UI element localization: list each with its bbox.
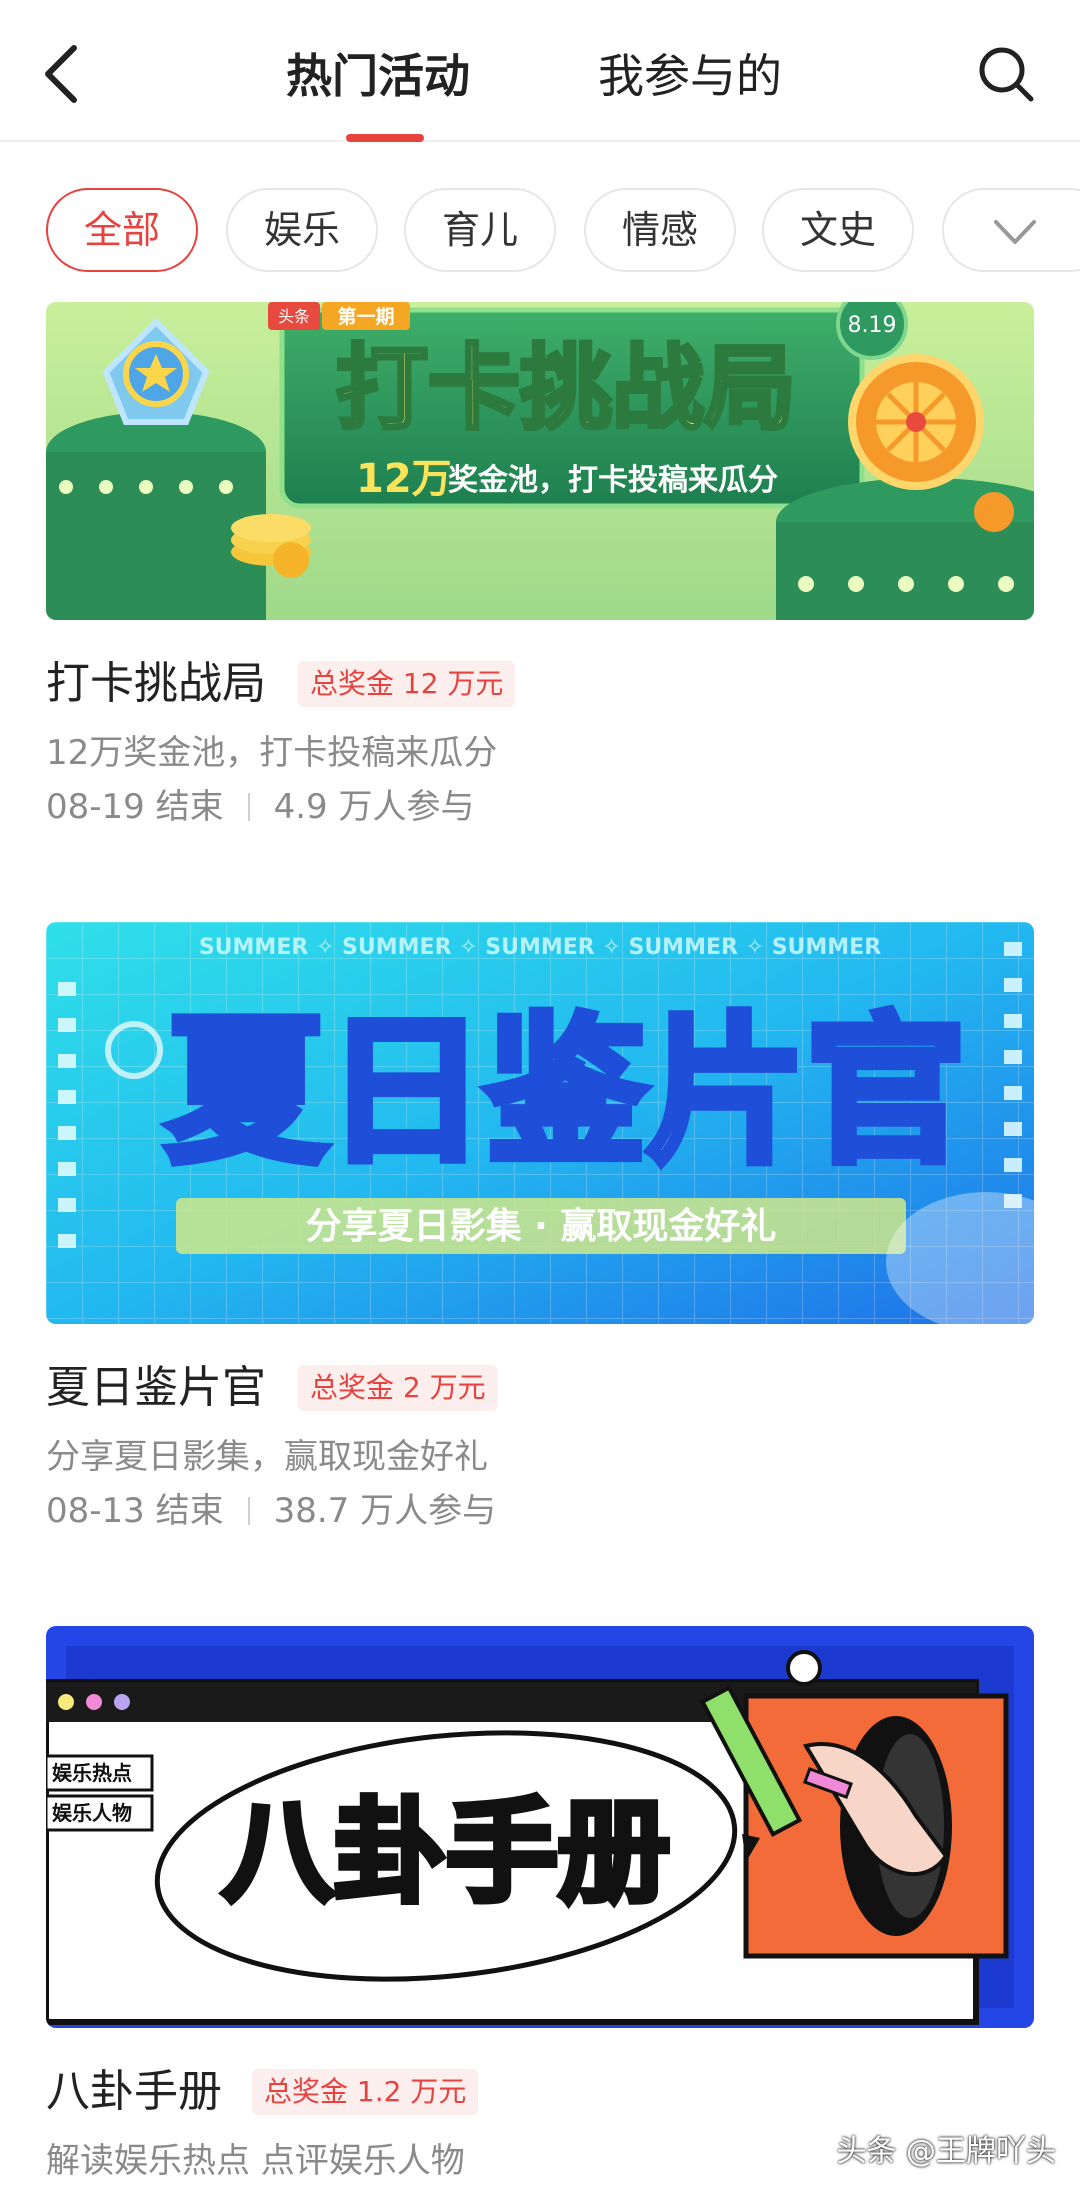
svg-text:头条: 头条 bbox=[278, 307, 310, 326]
svg-text:夏日鉴片官: 夏日鉴片官 bbox=[166, 998, 966, 1185]
svg-text:SUMMER ✧ SUMMER ✧ SUMMER: SUMMER ✧ SUMMER ✧ SUMMER ✧ SUMMER ✧ SUMM… bbox=[199, 935, 881, 960]
participant-count: 38.7 万人参与 bbox=[273, 1491, 497, 1531]
active-tab-indicator bbox=[346, 134, 424, 142]
tab-my-participation[interactable]: 我参与的 bbox=[598, 44, 782, 108]
svg-text:八卦手册: 八卦手册 bbox=[222, 1788, 670, 1918]
svg-text:分享夏日影集 · 赢取现金好礼: 分享夏日影集 · 赢取现金好礼 bbox=[306, 1205, 777, 1247]
activity-meta: 08-13 结束 38.7 万人参与 bbox=[46, 1488, 496, 1534]
filter-chip-history[interactable]: 文史 bbox=[762, 188, 914, 272]
svg-text:娱乐热点: 娱乐热点 bbox=[52, 1761, 132, 1785]
search-icon[interactable] bbox=[976, 44, 1036, 106]
meta-divider bbox=[247, 1497, 250, 1525]
tab-hot-activities[interactable]: 热门活动 bbox=[286, 44, 470, 108]
end-date: 08-13 结束 bbox=[46, 1491, 224, 1531]
filter-chip-all[interactable]: 全部 bbox=[46, 188, 198, 272]
filter-chip-emotion[interactable]: 情感 bbox=[584, 188, 736, 272]
svg-text:8.19: 8.19 bbox=[848, 313, 897, 338]
activity-meta: 08-19 结束 4.9 万人参与 bbox=[46, 784, 475, 830]
activity-description: 分享夏日影集，赢取现金好礼 bbox=[46, 1437, 488, 1477]
svg-text:娱乐人物: 娱乐人物 bbox=[52, 1801, 132, 1825]
svg-text:第一期: 第一期 bbox=[337, 305, 394, 328]
category-filter-bar: 全部 娱乐 育儿 情感 文史 bbox=[0, 188, 1080, 276]
svg-text:奖金池，打卡投稿来瓜分: 奖金池，打卡投稿来瓜分 bbox=[448, 463, 778, 498]
activity-description: 12万奖金池，打卡投稿来瓜分 bbox=[46, 733, 498, 773]
prize-badge: 总奖金 2 万元 bbox=[298, 1365, 498, 1411]
watermark: 头条 @王牌吖头 bbox=[836, 2134, 1056, 2169]
prize-badge: 总奖金 12 万元 bbox=[298, 661, 516, 707]
activity-banner-summer-film[interactable]: SUMMER ✧ SUMMER ✧ SUMMER ✧ SUMMER ✧ SUMM… bbox=[46, 922, 1034, 1324]
activity-title[interactable]: 夏日鉴片官 bbox=[46, 1358, 266, 1418]
filter-expand-button[interactable] bbox=[942, 188, 1080, 272]
svg-text:12万: 12万 bbox=[356, 456, 452, 502]
prize-badge: 总奖金 1.2 万元 bbox=[252, 2069, 479, 2115]
filter-chip-entertainment[interactable]: 娱乐 bbox=[226, 188, 378, 272]
activity-title[interactable]: 打卡挑战局 bbox=[46, 654, 266, 714]
back-arrow-icon[interactable] bbox=[36, 38, 96, 110]
meta-divider bbox=[247, 793, 250, 821]
participant-count: 4.9 万人参与 bbox=[273, 787, 475, 827]
end-date: 08-19 结束 bbox=[46, 787, 224, 827]
activity-description: 解读娱乐热点 点评娱乐人物 bbox=[46, 2141, 465, 2181]
activity-banner-checkin-challenge[interactable]: 头条 第一期 打卡挑战局 12万 奖金池，打卡投稿来瓜分 8.19 bbox=[46, 302, 1034, 620]
top-nav-bar: 热门活动 我参与的 bbox=[0, 0, 1080, 142]
activity-title[interactable]: 八卦手册 bbox=[46, 2062, 222, 2122]
filter-chip-parenting[interactable]: 育儿 bbox=[404, 188, 556, 272]
banner-title-text: 打卡挑战局 bbox=[336, 335, 796, 442]
activity-banner-gossip-handbook[interactable]: 娱乐热点 娱乐人物 八卦手册 bbox=[46, 1626, 1034, 2028]
chevron-down-icon bbox=[994, 220, 1036, 244]
